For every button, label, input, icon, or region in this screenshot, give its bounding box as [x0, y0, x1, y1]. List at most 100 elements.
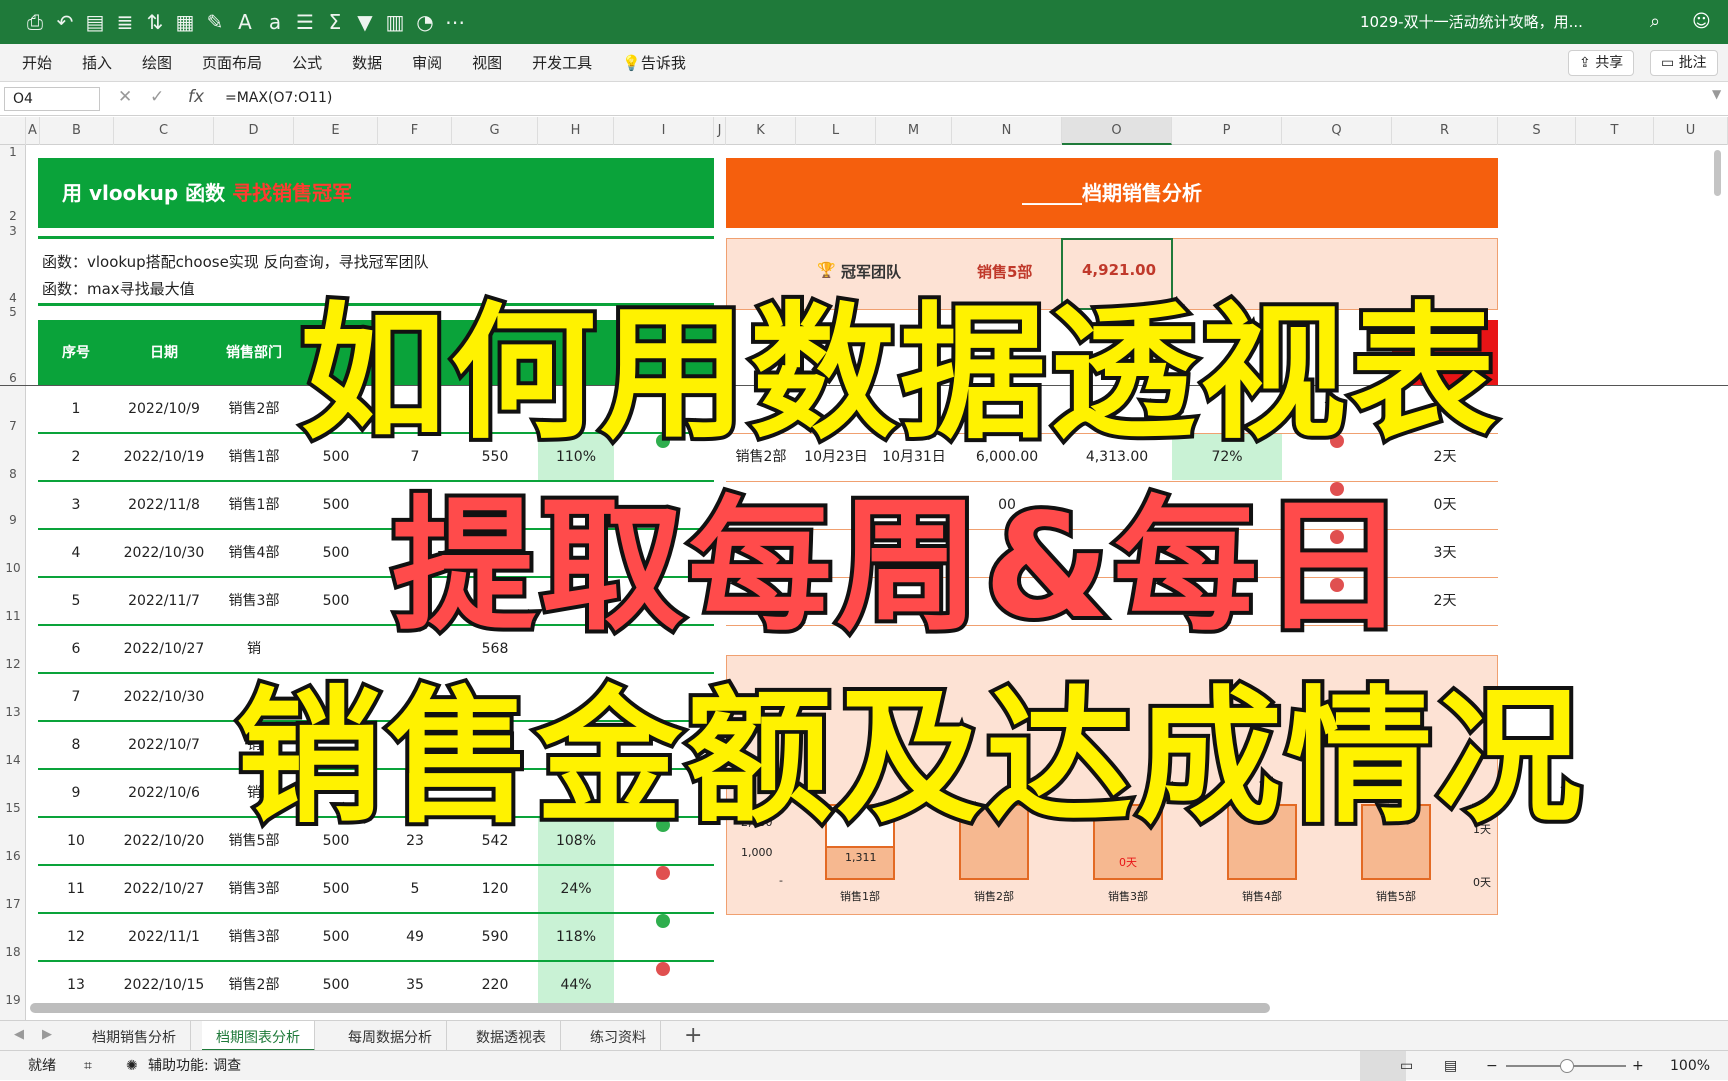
cell-dept[interactable]: 销售3部	[214, 914, 294, 960]
cell-count[interactable]: 7	[378, 434, 452, 480]
col-header[interactable]: G	[452, 117, 538, 145]
cell-no[interactable]: 4	[38, 530, 114, 576]
vertical-scrollbar[interactable]	[1714, 150, 1721, 196]
cell-no[interactable]: 12	[38, 914, 114, 960]
cell-days[interactable]: 2天	[1392, 578, 1498, 624]
cell-actual[interactable]: 4,313.00	[1062, 434, 1172, 480]
cell-date[interactable]: 2022/10/30	[114, 674, 214, 720]
formula-input[interactable]: =MAX(O7:O11)	[225, 90, 332, 106]
col-header[interactable]: P	[1172, 117, 1282, 145]
col-header[interactable]: N	[952, 117, 1062, 145]
row-header[interactable]: 6	[0, 371, 26, 385]
cell-no[interactable]: 1	[38, 386, 114, 432]
cell-date[interactable]: 2022/10/7	[114, 722, 214, 768]
col-header[interactable]: J	[714, 117, 726, 145]
sort-icon[interactable]: ⇅	[144, 0, 166, 44]
row-header[interactable]: 8	[0, 467, 26, 481]
table-icon[interactable]: ▦	[174, 0, 196, 44]
cell-no[interactable]: 13	[38, 962, 114, 1008]
row-header[interactable]: 13	[0, 705, 26, 719]
cell-pct[interactable]: 108%	[538, 818, 614, 864]
more-icon[interactable]: ⋯	[444, 0, 466, 44]
add-sheet-icon[interactable]: +	[684, 1021, 702, 1051]
menu-home[interactable]: 开始	[22, 52, 52, 73]
cell-dept[interactable]: 销售2部	[214, 386, 294, 432]
cell-dept[interactable]: 销售2部	[214, 962, 294, 1008]
cell-days[interactable]: 0天	[1392, 386, 1498, 432]
sheet-tab[interactable]: 档期销售分析	[78, 1021, 191, 1051]
row-header[interactable]: 2	[0, 209, 26, 223]
row-header[interactable]: 19	[0, 993, 26, 1007]
font-size-up-icon[interactable]: A	[234, 0, 256, 44]
cell-dept[interactable]: 销售4部	[214, 530, 294, 576]
cell-dept[interactable]: 销售2部	[726, 434, 796, 480]
cell-target[interactable]: 00	[952, 482, 1062, 528]
select-all[interactable]	[0, 117, 26, 145]
zoom-in-icon[interactable]: +	[1632, 1051, 1644, 1081]
cell-dept[interactable]: 销	[214, 626, 294, 672]
cell-date[interactable]: 2022/10/30	[114, 530, 214, 576]
cell-target[interactable]: 500	[294, 866, 378, 912]
col-header[interactable]: M	[876, 117, 952, 145]
macro-icon[interactable]: ⌗	[84, 1051, 92, 1081]
menu-formulas[interactable]: 公式	[292, 52, 322, 73]
col-header[interactable]: S	[1498, 117, 1576, 145]
page-layout-icon[interactable]: ▭	[1400, 1051, 1413, 1081]
cell-target[interactable]: 500	[294, 818, 378, 864]
cell-dept[interactable]: 销售1部	[214, 482, 294, 528]
paste-icon[interactable]: ▤	[84, 0, 106, 44]
cell-dept[interactable]: 销售3部	[214, 866, 294, 912]
cell-date[interactable]: 2022/10/27	[114, 866, 214, 912]
row-header[interactable]: 14	[0, 753, 26, 767]
cell-count[interactable]: 5	[378, 866, 452, 912]
row-header[interactable]: 3	[0, 224, 26, 238]
cell-dept[interactable]: 销售1部	[214, 434, 294, 480]
function-icon[interactable]: fx	[188, 87, 204, 107]
row-header[interactable]: 4	[0, 291, 26, 305]
cell-amount[interactable]: 542	[452, 818, 538, 864]
font-size-down-icon[interactable]: a	[264, 0, 286, 44]
accessibility-status[interactable]: 辅助功能: 调查	[148, 1051, 241, 1081]
cell-no[interactable]: 5	[38, 578, 114, 624]
cell-date[interactable]: 2022/11/1	[114, 914, 214, 960]
cell-target[interactable]: 500	[294, 578, 378, 624]
cell-target[interactable]: 500	[294, 530, 378, 576]
accessibility-icon[interactable]: ✺	[126, 1051, 138, 1081]
menu-page-layout[interactable]: 页面布局	[202, 52, 262, 73]
cell-date[interactable]: 2022/11/8	[114, 482, 214, 528]
save-icon[interactable]: ⎙	[24, 0, 46, 44]
cell-no[interactable]: 7	[38, 674, 114, 720]
col-header[interactable]: L	[796, 117, 876, 145]
cell-target[interactable]: 500	[294, 482, 378, 528]
cell-days[interactable]: 0天	[1392, 482, 1498, 528]
cell-end[interactable]: 10月31日	[876, 434, 952, 480]
cell-dept[interactable]: 销售3部	[214, 578, 294, 624]
name-box[interactable]: O4	[4, 87, 100, 111]
menu-developer[interactable]: 开发工具	[532, 52, 592, 73]
cell-count[interactable]: 35	[378, 962, 452, 1008]
col-header[interactable]: D	[214, 117, 294, 145]
menu-view[interactable]: 视图	[472, 52, 502, 73]
cell-no[interactable]: 10	[38, 818, 114, 864]
shape-icon[interactable]: ◔	[414, 0, 436, 44]
col-header[interactable]: C	[114, 117, 214, 145]
cell-amount[interactable]: 550	[452, 434, 538, 480]
col-header[interactable]: H	[538, 117, 614, 145]
cell-amount[interactable]: 120	[452, 866, 538, 912]
row-header[interactable]: 10	[0, 561, 26, 575]
col-header[interactable]: E	[294, 117, 378, 145]
undo-icon[interactable]: ↶	[54, 0, 76, 44]
sum-icon[interactable]: Σ	[324, 0, 346, 44]
sheet-tab-active[interactable]: 档期图表分析	[202, 1021, 315, 1051]
cell-date[interactable]: 2022/11/7	[114, 578, 214, 624]
cell-pct[interactable]: 110%	[538, 434, 614, 480]
cell-target[interactable]: 6,000.00	[952, 434, 1062, 480]
row-header[interactable]: 12	[0, 657, 26, 671]
row-header[interactable]: 11	[0, 609, 26, 623]
zoom-level[interactable]: 100%	[1670, 1051, 1710, 1081]
align-icon[interactable]: ☰	[294, 0, 316, 44]
comment-button[interactable]: ▭ 批注	[1650, 50, 1718, 76]
zoom-slider-thumb[interactable]	[1560, 1059, 1574, 1073]
page-break-icon[interactable]: ▤	[1444, 1051, 1457, 1081]
cell-no[interactable]: 11	[38, 866, 114, 912]
